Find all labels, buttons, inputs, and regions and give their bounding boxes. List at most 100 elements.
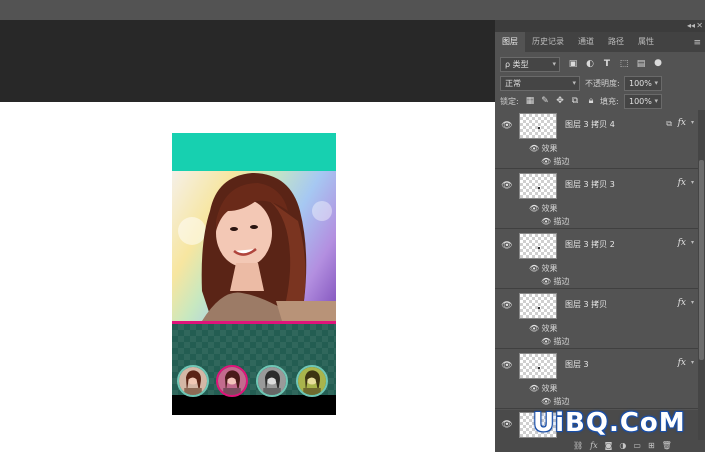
- effects-eye-icon[interactable]: 👁︎: [529, 382, 539, 395]
- blend-row: 正常 ▾ 不透明度: 100% ▾: [495, 75, 705, 93]
- tab-paths[interactable]: 路径: [601, 32, 631, 52]
- adjustment-filter-icon[interactable]: ◐: [584, 57, 596, 72]
- blend-mode-select[interactable]: 正常 ▾: [500, 76, 580, 91]
- visibility-eye-icon[interactable]: 👁︎: [501, 180, 513, 192]
- fill-input[interactable]: 100% ▾: [624, 94, 662, 109]
- panel-tabs: 图层 历史记录 通道 路径 属性: [495, 32, 705, 52]
- fx-icon[interactable]: fx: [678, 118, 686, 128]
- layer-thumbnail: [519, 113, 557, 139]
- layer-row[interactable]: 👁︎ 图层 3 fx ▾ 👁︎ 效果 👁︎ 描边: [495, 350, 698, 409]
- stroke-label: 描边: [553, 337, 570, 346]
- layer-row[interactable]: 👁︎ 图层 3 拷贝 4 ⧉ fx ▾ 👁︎ 效果 👁︎ 描边: [495, 110, 698, 169]
- filter-row: ρ 类型 ▾ ▣ ◐ T ⬚ ▤ ●: [495, 56, 705, 74]
- document-canvas[interactable]: [172, 133, 336, 415]
- stroke-label: 描边: [553, 217, 570, 226]
- new-adjustment-icon[interactable]: ◑: [619, 440, 626, 452]
- canvas-pasteboard: [0, 20, 495, 102]
- layer-main-row[interactable]: 👁︎ 图层 3 拷贝 4 ⧉ fx ▾: [495, 110, 698, 142]
- close-panel-icon[interactable]: ✕: [696, 21, 703, 30]
- text-filter-icon[interactable]: T: [601, 57, 613, 72]
- lock-transparent-icon[interactable]: ▦: [524, 94, 536, 109]
- layers-scrollbar[interactable]: [698, 110, 705, 440]
- effects-eye-icon[interactable]: 👁︎: [529, 262, 539, 275]
- stroke-effect-row[interactable]: 👁︎ 描边: [541, 395, 570, 408]
- fx-icon[interactable]: fx: [678, 238, 686, 248]
- chevron-down-icon[interactable]: ▾: [691, 119, 694, 126]
- chevron-down-icon: ▾: [654, 79, 658, 87]
- visibility-eye-icon[interactable]: 👁︎: [501, 360, 513, 372]
- effects-eye-icon[interactable]: 👁︎: [529, 142, 539, 155]
- layer-main-row[interactable]: 👁︎ 图层 3 拷贝 fx ▾: [495, 290, 698, 322]
- layer-row[interactable]: 👁︎ 图层 3 拷贝 fx ▾ 👁︎ 效果 👁︎ 描边: [495, 290, 698, 349]
- effects-row[interactable]: 👁︎ 效果: [529, 382, 558, 395]
- thumbnail-circle-2[interactable]: [216, 365, 248, 397]
- effects-label: 效果: [541, 204, 558, 213]
- visibility-eye-icon[interactable]: 👁︎: [501, 120, 513, 132]
- chevron-down-icon[interactable]: ▾: [691, 179, 694, 186]
- image-filter-icon[interactable]: ▣: [567, 57, 579, 72]
- new-group-icon[interactable]: ▭: [633, 440, 641, 452]
- effects-row[interactable]: 👁︎ 效果: [529, 202, 558, 215]
- tab-layers[interactable]: 图层: [495, 32, 525, 52]
- thumbnail-circle-4[interactable]: [296, 365, 328, 397]
- stroke-eye-icon[interactable]: 👁︎: [541, 335, 551, 348]
- delete-icon[interactable]: 🗑︎: [662, 440, 672, 452]
- add-mask-icon[interactable]: ◙: [605, 440, 613, 452]
- chevron-down-icon: ▾: [572, 79, 576, 87]
- opacity-input[interactable]: 100% ▾: [624, 76, 662, 91]
- effects-eye-icon[interactable]: 👁︎: [529, 322, 539, 335]
- fx-icon[interactable]: fx: [678, 298, 686, 308]
- stroke-effect-row[interactable]: 👁︎ 描边: [541, 275, 570, 288]
- chevron-down-icon[interactable]: ▾: [691, 239, 694, 246]
- tab-channels[interactable]: 通道: [571, 32, 601, 52]
- fx-icon[interactable]: fx: [678, 358, 686, 368]
- chevron-down-icon: ▾: [552, 60, 556, 68]
- layer-main-row[interactable]: 👁︎ 图层 3 拷贝 2 fx ▾: [495, 230, 698, 262]
- new-layer-icon[interactable]: ⊞: [648, 440, 655, 452]
- effects-row[interactable]: 👁︎ 效果: [529, 262, 558, 275]
- lock-position-icon[interactable]: ✥: [554, 94, 566, 109]
- teal-header-bar: [172, 133, 336, 171]
- thumbnail-circle-1[interactable]: [177, 365, 209, 397]
- lock-row: 锁定: ▦ ✎ ✥ ⧉ 🔒︎ 填充: 100% ▾: [495, 93, 705, 111]
- stroke-eye-icon[interactable]: 👁︎: [541, 395, 551, 408]
- chevron-down-icon[interactable]: ▾: [691, 359, 694, 366]
- smart-object-filter-icon[interactable]: ▤: [635, 57, 647, 72]
- layer-main-row[interactable]: 👁︎ 图层 3 拷贝 3 fx ▾: [495, 170, 698, 202]
- stroke-eye-icon[interactable]: 👁︎: [541, 215, 551, 228]
- effects-row[interactable]: 👁︎ 效果: [529, 142, 558, 155]
- layer-name: 图层 3 拷贝 3: [565, 180, 615, 189]
- stroke-effect-row[interactable]: 👁︎ 描边: [541, 215, 570, 228]
- layer-row[interactable]: 👁︎ 图层 3 拷贝 2 fx ▾ 👁︎ 效果 👁︎ 描边: [495, 230, 698, 289]
- filter-toggle-icon[interactable]: ●: [652, 56, 664, 71]
- collapse-panel-icon[interactable]: ◂◂: [687, 21, 695, 30]
- layer-row[interactable]: 👁︎ 图层 3 拷贝 3 fx ▾ 👁︎ 效果 👁︎ 描边: [495, 170, 698, 229]
- stroke-label: 描边: [553, 157, 570, 166]
- layer-name: 图层 3 拷贝: [565, 300, 608, 309]
- add-style-icon[interactable]: fx: [590, 440, 597, 452]
- lock-all-icon[interactable]: 🔒︎: [585, 94, 597, 109]
- effects-eye-icon[interactable]: 👁︎: [529, 202, 539, 215]
- stroke-eye-icon[interactable]: 👁︎: [541, 155, 551, 168]
- visibility-eye-icon[interactable]: 👁︎: [501, 240, 513, 252]
- panel-menu-icon[interactable]: ≡: [693, 38, 701, 48]
- fx-icon[interactable]: fx: [678, 178, 686, 188]
- visibility-eye-icon[interactable]: 👁︎: [501, 300, 513, 312]
- link-layers-icon[interactable]: ⛓: [573, 440, 583, 452]
- layers-scrollbar-thumb[interactable]: [699, 160, 704, 360]
- visibility-eye-icon[interactable]: 👁︎: [501, 419, 513, 431]
- layer-main-row[interactable]: 👁︎ 图层 3 fx ▾: [495, 350, 698, 382]
- filter-kind-value: ρ 类型: [505, 60, 529, 69]
- stroke-eye-icon[interactable]: 👁︎: [541, 275, 551, 288]
- shape-filter-icon[interactable]: ⬚: [618, 57, 630, 72]
- lock-artboard-icon[interactable]: ⧉: [569, 94, 581, 109]
- effects-row[interactable]: 👁︎ 效果: [529, 322, 558, 335]
- lock-image-icon[interactable]: ✎: [539, 94, 551, 109]
- chevron-down-icon[interactable]: ▾: [691, 299, 694, 306]
- filter-kind-select[interactable]: ρ 类型 ▾: [500, 57, 560, 72]
- tab-properties[interactable]: 属性: [631, 32, 661, 52]
- tab-history[interactable]: 历史记录: [525, 32, 571, 52]
- stroke-effect-row[interactable]: 👁︎ 描边: [541, 155, 570, 168]
- thumbnail-circle-3[interactable]: [256, 365, 288, 397]
- stroke-effect-row[interactable]: 👁︎ 描边: [541, 335, 570, 348]
